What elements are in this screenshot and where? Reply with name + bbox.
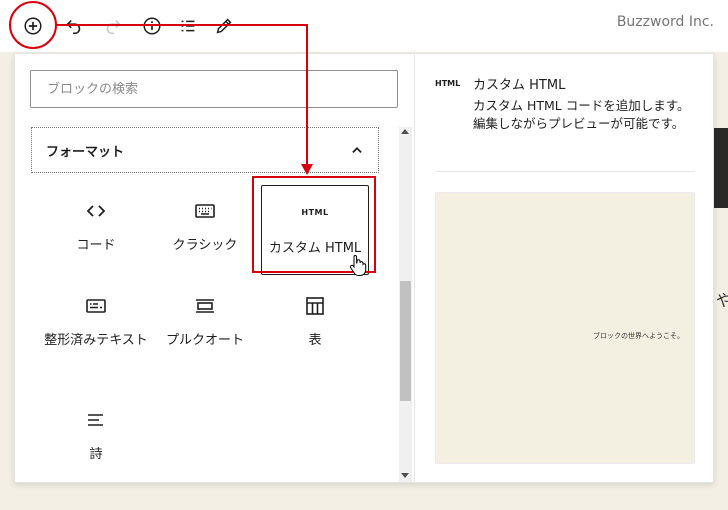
preview-header: HTML カスタム HTML [435, 74, 565, 93]
verse-icon [84, 408, 108, 432]
block-preview-canvas: ブロックの世界へようこそ。 [435, 192, 695, 464]
inserter-scrollbar[interactable] [399, 127, 412, 482]
info-icon [143, 17, 161, 35]
keyboard-icon [193, 199, 217, 223]
html-icon: HTML [435, 79, 461, 88]
block-verse[interactable]: 詩 [42, 400, 150, 490]
block-search-field[interactable] [30, 70, 398, 108]
scroll-down-icon[interactable] [401, 473, 409, 478]
editor-toolbar: Buzzword Inc. [0, 0, 728, 52]
redo-button[interactable] [99, 12, 127, 40]
undo-button[interactable] [60, 12, 88, 40]
pullquote-icon [193, 294, 217, 318]
code-icon [84, 199, 108, 223]
brand-logo: Buzzword Inc. [616, 14, 714, 30]
list-view-button[interactable] [174, 12, 202, 40]
hand-cursor-icon [349, 254, 367, 276]
background-heading-fragment [713, 128, 728, 208]
redo-icon [106, 19, 121, 35]
block-code[interactable]: コード [42, 191, 150, 281]
background-text-fragment: や [716, 291, 728, 310]
preview-title: カスタム HTML [473, 78, 566, 93]
block-classic[interactable]: クラシック [151, 191, 259, 281]
scroll-up-icon[interactable] [401, 129, 409, 134]
undo-icon [66, 19, 81, 35]
block-pullquote[interactable]: プルクオート [151, 286, 259, 376]
block-preformatted[interactable]: 整形済みテキスト [42, 286, 150, 376]
category-title: フォーマット [46, 144, 125, 160]
details-button[interactable] [138, 12, 166, 40]
chevron-up-icon [352, 147, 362, 153]
tools-button[interactable] [210, 12, 238, 40]
block-label: プルクオート [165, 333, 244, 348]
block-label: クラシック [172, 238, 238, 253]
block-table[interactable]: 表 [261, 286, 369, 376]
scroll-thumb[interactable] [400, 281, 411, 401]
block-search-input[interactable] [45, 80, 383, 98]
block-label: 整形済みテキスト [44, 333, 148, 348]
table-icon [303, 294, 327, 318]
annotation-circle [9, 1, 57, 49]
pencil-icon [216, 18, 232, 34]
category-panel-header[interactable]: フォーマット [31, 127, 379, 173]
block-preview-pane: HTML カスタム HTML カスタム HTML コードを追加します。編集しなが… [414, 54, 715, 482]
block-label: 詩 [89, 447, 103, 462]
divider [435, 171, 695, 172]
preview-sample-text: ブロックの世界へようこそ。 [593, 332, 684, 340]
block-label: コード [76, 238, 116, 253]
list-view-icon [181, 20, 195, 32]
block-label: 表 [308, 333, 322, 348]
preview-description: カスタム HTML コードを追加します。編集しながらプレビューが可能です。 [473, 98, 690, 131]
preformatted-icon [84, 294, 108, 318]
